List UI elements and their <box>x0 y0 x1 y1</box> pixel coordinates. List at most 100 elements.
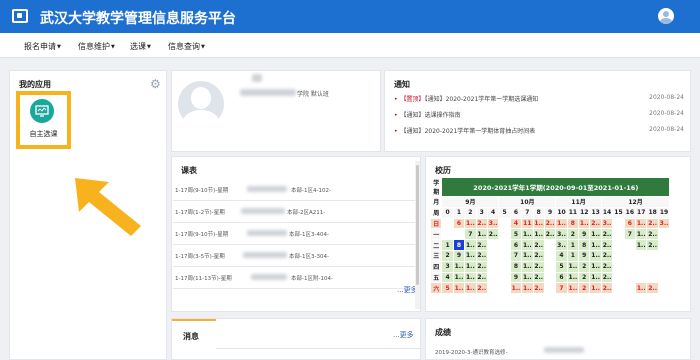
calendar-day-cell[interactable] <box>657 249 671 262</box>
calendar-day-cell[interactable]: 1.. <box>521 249 534 262</box>
calendar-day-cell[interactable]: 9 <box>578 249 591 262</box>
calendar-day-cell[interactable] <box>635 271 648 284</box>
calendar-day-cell[interactable] <box>612 260 625 273</box>
calendar-day-cell[interactable] <box>543 282 557 295</box>
calendar-day-cell[interactable]: 1.. <box>521 282 534 295</box>
calendar-day-cell[interactable] <box>543 260 557 273</box>
calendar-day-cell[interactable]: 1.. <box>566 260 580 273</box>
calendar-day-cell[interactable] <box>635 249 648 262</box>
calendar-day-cell[interactable]: 1.. <box>521 260 534 273</box>
calendar-day-cell[interactable]: 7 <box>623 228 637 241</box>
messages-more-link[interactable]: ...更多 <box>393 330 414 340</box>
calendar-day-cell[interactable]: 1.. <box>635 282 648 295</box>
calendar-day-cell[interactable]: 3.. <box>555 239 568 251</box>
calendar-day-cell[interactable]: 4 <box>555 249 568 262</box>
calendar-day-cell[interactable] <box>657 239 671 251</box>
calendar-day-cell[interactable] <box>657 282 671 295</box>
calendar-day-cell[interactable]: 1.. <box>635 217 648 230</box>
calendar-day-cell[interactable]: 6 <box>452 217 466 230</box>
calendar-day-cell[interactable] <box>646 271 659 284</box>
calendar-day-cell[interactable]: 8 <box>578 239 591 251</box>
calendar-day-cell[interactable]: 2.. <box>600 228 614 241</box>
calendar-day-cell[interactable]: 9 <box>452 249 466 262</box>
calendar-day-cell[interactable]: 1.. <box>452 282 466 295</box>
calendar-day-cell[interactable]: 2.. <box>475 282 488 295</box>
course-row[interactable]: 1-17周(9-10节)-星期 本部-1区3-404- <box>173 223 415 245</box>
calendar-day-cell[interactable]: 2.. <box>532 239 545 251</box>
calendar-day-cell[interactable]: 2.. <box>646 282 659 295</box>
calendar-day-cell[interactable]: 2.. <box>475 260 488 273</box>
calendar-day-cell[interactable] <box>612 239 625 251</box>
calendar-day-cell[interactable]: 2.. <box>589 217 602 230</box>
calendar-day-cell[interactable]: 3.. <box>600 217 614 230</box>
calendar-day-cell[interactable]: 1.. <box>589 271 602 284</box>
calendar-day-cell[interactable]: 1.. <box>464 271 477 284</box>
calendar-day-cell[interactable]: 3.. <box>555 228 568 241</box>
calendar-day-cell[interactable] <box>612 217 625 230</box>
calendar-day-cell[interactable] <box>612 249 625 262</box>
calendar-day-cell[interactable] <box>498 239 511 251</box>
course-row[interactable]: 1-17周(1-2节)-星期 本部-2区A211- <box>173 201 415 223</box>
calendar-day-cell[interactable]: 1 <box>566 239 580 251</box>
calendar-day-cell[interactable]: 2.. <box>475 217 488 230</box>
nav-info-maintenance[interactable]: 信息维护▼ <box>78 41 115 52</box>
calendar-day-cell[interactable] <box>612 271 625 284</box>
calendar-day-cell[interactable]: 1.. <box>452 271 466 284</box>
calendar-day-cell[interactable]: 7 <box>464 228 477 241</box>
calendar-day-cell[interactable] <box>623 260 637 273</box>
calendar-day-cell[interactable]: 1.. <box>589 260 602 273</box>
calendar-day-cell[interactable]: 2.. <box>600 249 614 262</box>
calendar-day-cell[interactable]: 1 <box>566 249 580 262</box>
calendar-day-cell[interactable] <box>543 271 557 284</box>
calendar-day-cell[interactable] <box>612 228 625 241</box>
calendar-day-cell[interactable]: 5 <box>555 260 568 273</box>
calendar-day-cell[interactable]: 2.. <box>475 271 488 284</box>
calendar-day-cell[interactable]: 8 <box>566 217 580 230</box>
scrollbar-thumb[interactable] <box>416 165 419 285</box>
calendar-day-cell[interactable]: 1.. <box>589 239 602 251</box>
calendar-day-cell[interactable] <box>543 249 557 262</box>
calendar-day-cell[interactable]: 1.. <box>566 271 580 284</box>
calendar-day-cell[interactable]: 2.. <box>600 239 614 251</box>
notice-item[interactable]: • 【通知】选课操作指南 2020-08-24 <box>394 110 684 119</box>
calendar-day-cell[interactable]: 2.. <box>600 282 614 295</box>
calendar-day-cell[interactable] <box>657 228 671 241</box>
calendar-day-cell[interactable]: 6 <box>509 239 523 251</box>
calendar-day-cell[interactable]: 1.. <box>464 239 477 251</box>
calendar-day-cell[interactable]: 1.. <box>464 249 477 262</box>
calendar-day-cell[interactable]: 2.. <box>486 228 500 241</box>
calendar-day-cell[interactable]: 9 <box>578 228 591 241</box>
calendar-day-cell[interactable] <box>657 271 671 284</box>
calendar-day-cell[interactable]: 3 <box>441 260 454 273</box>
calendar-day-cell[interactable] <box>623 271 637 284</box>
user-avatar-icon[interactable] <box>658 8 674 24</box>
nav-info-query[interactable]: 信息查询▼ <box>168 41 205 52</box>
calendar-day-cell[interactable] <box>452 228 466 241</box>
calendar-day-cell[interactable]: 1 <box>441 239 454 251</box>
calendar-day-cell[interactable]: 2.. <box>600 271 614 284</box>
calendar-day-cell[interactable]: 2 <box>578 260 591 273</box>
calendar-day-cell[interactable]: 4 <box>441 271 454 284</box>
tab-messages[interactable]: 消息 <box>172 319 216 349</box>
calendar-day-cell[interactable] <box>543 239 557 251</box>
course-row[interactable]: 1-17周(3-5节)-星期 本部-1区3-304- <box>173 245 415 267</box>
calendar-day-cell[interactable]: 7 <box>509 249 523 262</box>
calendar-day-cell[interactable]: 1.. <box>566 282 580 295</box>
calendar-day-cell[interactable] <box>441 228 454 241</box>
gear-icon[interactable]: ⚙ <box>150 77 161 91</box>
calendar-day-cell[interactable]: 1.. <box>555 217 568 230</box>
calendar-day-cell[interactable]: 2.. <box>532 282 545 295</box>
calendar-day-cell[interactable]: 1.. <box>452 260 466 273</box>
calendar-day-cell[interactable]: 1.. <box>578 217 591 230</box>
calendar-day-cell[interactable] <box>646 249 659 262</box>
grade-row[interactable]: 2019-2020-3-通识教育选修- <box>435 348 507 356</box>
calendar-day-cell[interactable]: 2 <box>566 228 580 241</box>
notice-item[interactable]: • 【通知】2020-2021学年第一学期体育抽占时间表 2020-08-24 <box>394 126 684 135</box>
calendar-day-cell[interactable]: 1.. <box>475 228 488 241</box>
calendar-day-cell[interactable]: 1.. <box>521 228 534 241</box>
calendar-day-cell[interactable]: 1.. <box>532 228 545 241</box>
calendar-day-cell[interactable]: 1.. <box>589 249 602 262</box>
calendar-day-cell[interactable] <box>486 260 500 273</box>
calendar-day-cell[interactable] <box>498 228 511 241</box>
calendar-day-cell[interactable]: 1.. <box>589 282 602 295</box>
